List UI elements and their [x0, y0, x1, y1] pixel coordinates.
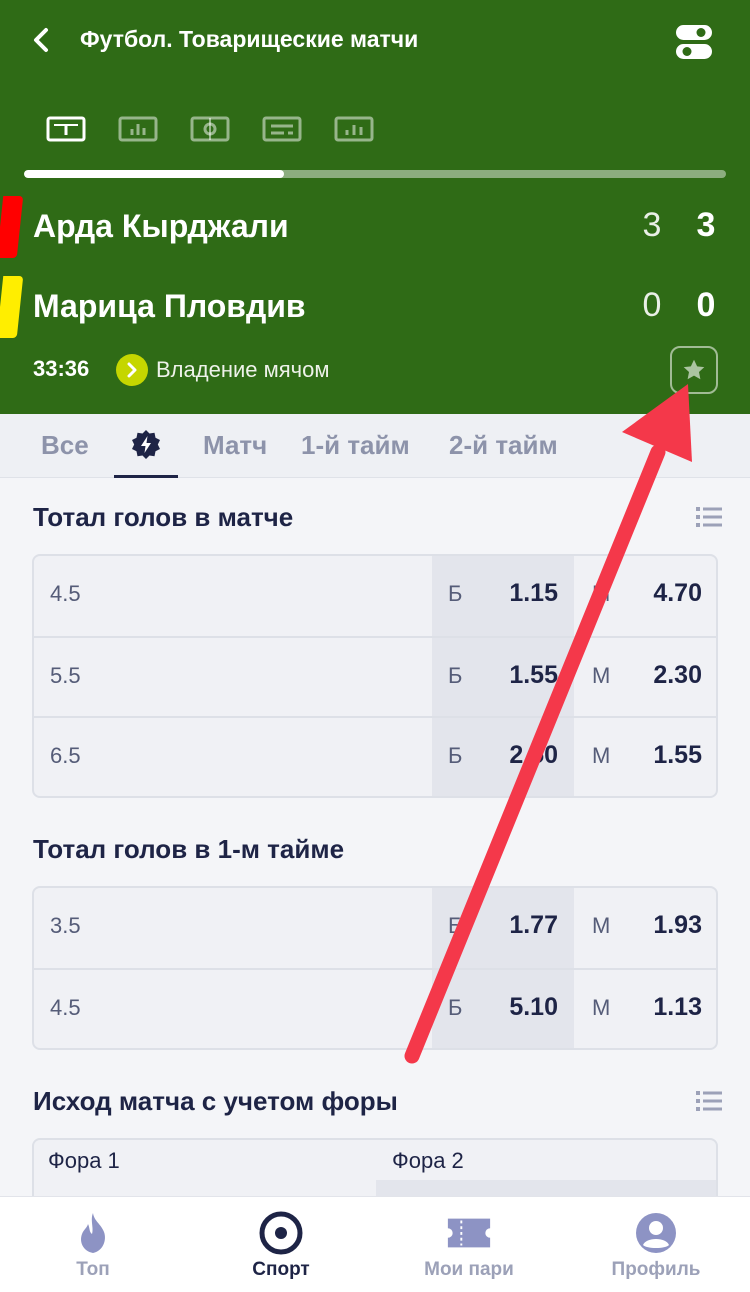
match-progress-fill [24, 170, 284, 178]
target-icon [259, 1211, 303, 1255]
chevron-right-icon [127, 362, 137, 378]
page-title: Футбол. Товарищеские матчи [80, 26, 419, 52]
scoreboard-icon [46, 116, 86, 142]
tab-chart[interactable] [334, 114, 374, 144]
table-row: 3.5 Б 1.77 М 1.93 [34, 888, 716, 968]
list-icon[interactable] [696, 1090, 722, 1112]
odds-table-total-first-half: 3.5 Б 1.77 М 1.93 4.5 Б 5.10 М 1.13 [32, 886, 718, 1050]
odd-under[interactable]: 2.30 [624, 661, 702, 690]
tab-stats[interactable] [118, 114, 158, 144]
lineup-icon [262, 116, 302, 142]
score-home-period: 3 [642, 206, 662, 244]
flame-icon [81, 1213, 105, 1253]
chart-icon [334, 116, 374, 142]
under-tag: М [592, 663, 611, 688]
handicap-col-2: Фора 2 [392, 1148, 464, 1173]
list-icon[interactable] [696, 506, 722, 528]
over-tag: Б [448, 913, 463, 938]
team-name-home: Арда Кырджали [33, 208, 289, 244]
tab-field[interactable] [190, 114, 230, 144]
favorite-button[interactable] [670, 346, 718, 394]
over-tag: Б [448, 581, 463, 606]
under-tag: М [592, 743, 611, 768]
handicap-col-1: Фора 1 [48, 1148, 120, 1173]
odd-under[interactable]: 4.70 [624, 579, 702, 608]
total-line: 6.5 [50, 743, 81, 768]
toggle-view-button[interactable] [674, 22, 714, 62]
nav-item-my-bets[interactable]: Мои пари [394, 1197, 544, 1292]
over-tag: Б [448, 663, 463, 688]
toggle-icon [676, 25, 712, 59]
nav-item-profile[interactable]: Профиль [581, 1197, 731, 1292]
odd-over[interactable]: 2.50 [480, 741, 558, 770]
odd-over[interactable]: 1.55 [480, 661, 558, 690]
profile-icon [636, 1213, 676, 1253]
score-home-total: 3 [696, 206, 716, 244]
market-filter-tabs: Все Матч 1-й тайм 2-й тайм [0, 414, 750, 478]
match-header: Футбол. Товарищеские матчи Арда Кырджали… [0, 0, 750, 414]
under-tag: М [592, 581, 611, 606]
red-card-icon [0, 196, 24, 258]
odds-table-total-match: 4.5 Б 1.15 М 4.70 5.5 Б 1.55 М 2.30 6.5 … [32, 554, 718, 798]
tab-first-half[interactable]: 1-й тайм [301, 430, 410, 461]
nav-item-top[interactable]: Топ [18, 1197, 168, 1292]
over-tag: Б [448, 995, 463, 1020]
match-status: Владение мячом [156, 357, 330, 382]
match-progress-bar [24, 170, 726, 178]
table-row: 4.5 Б 5.10 М 1.13 [34, 968, 716, 1048]
tab-second-half[interactable]: 2-й тайм [449, 430, 558, 461]
nav-label-top: Топ [76, 1259, 110, 1280]
tab-all[interactable]: Все [41, 430, 89, 461]
star-icon [683, 359, 705, 380]
odd-under[interactable]: 1.93 [624, 911, 702, 940]
nav-label-profile: Профиль [611, 1259, 701, 1280]
lightning-badge-icon [132, 429, 160, 459]
match-view-tabs [46, 114, 374, 144]
over-tag: Б [448, 743, 463, 768]
section-title-handicap: Исход матча с учетом форы [33, 1086, 398, 1116]
team-row-home: Арда Кырджали 3 3 [0, 196, 750, 258]
possession-indicator [116, 354, 148, 386]
total-line: 5.5 [50, 663, 81, 688]
total-line: 4.5 [50, 581, 81, 606]
nav-item-sport[interactable]: Спорт [206, 1197, 356, 1292]
score-away-total: 0 [696, 286, 716, 324]
nav-label-sport: Спорт [252, 1259, 310, 1280]
total-line: 3.5 [50, 913, 81, 938]
tab-lineup[interactable] [262, 114, 302, 144]
odd-over[interactable]: 1.15 [480, 579, 558, 608]
odd-over[interactable]: 1.77 [480, 911, 558, 940]
stats-icon [118, 116, 158, 142]
match-time: 33:36 [33, 356, 90, 381]
chevron-left-icon [34, 28, 48, 52]
bottom-navigation: Топ Спорт Мои пари Профиль [0, 1196, 750, 1292]
ticket-icon [447, 1218, 491, 1248]
tab-popular[interactable] [114, 414, 178, 478]
tab-match[interactable]: Матч [203, 430, 267, 461]
table-row: 4.5 Б 1.15 М 4.70 [34, 556, 716, 636]
section-title-total-match: Тотал голов в матче [33, 502, 294, 532]
under-tag: М [592, 913, 611, 938]
nav-label-my-bets: Мои пари [424, 1259, 514, 1280]
odd-under[interactable]: 1.13 [624, 993, 702, 1022]
field-icon [190, 116, 230, 142]
section-title-total-first-half: Тотал голов в 1-м тайме [33, 834, 345, 864]
total-line: 4.5 [50, 995, 81, 1020]
yellow-card-icon [0, 276, 24, 338]
odd-over[interactable]: 5.10 [480, 993, 558, 1022]
odd-under[interactable]: 1.55 [624, 741, 702, 770]
under-tag: М [592, 995, 611, 1020]
score-away-period: 0 [642, 286, 662, 324]
team-row-away: Марица Пловдив 0 0 [0, 276, 750, 338]
team-name-away: Марица Пловдив [33, 288, 306, 324]
table-row: 6.5 Б 2.50 М 1.55 [34, 716, 716, 796]
back-button[interactable] [26, 24, 56, 56]
table-row: 5.5 Б 1.55 М 2.30 [34, 636, 716, 716]
tab-scoreboard[interactable] [46, 114, 86, 144]
